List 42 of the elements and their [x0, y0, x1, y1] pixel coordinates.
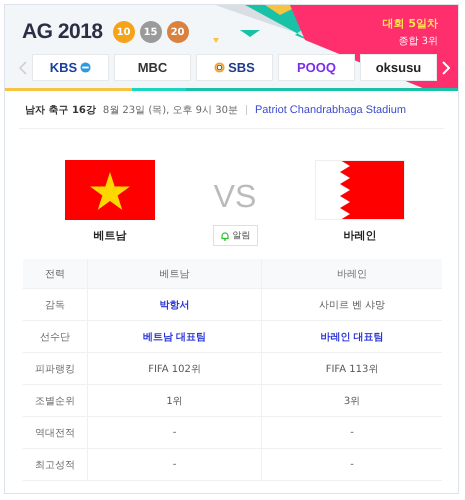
table-cell: FIFA 113위 — [262, 352, 442, 384]
column-header: 베트남 — [88, 259, 262, 288]
row-label: 역대전적 — [23, 416, 88, 448]
stadium-link[interactable]: Patriot Chandrabhaga Stadium — [254, 104, 406, 116]
ag-logo: AG 2018 — [22, 20, 103, 44]
medal-count-badge: 10 — [112, 21, 135, 43]
row-label: 최고성적 — [23, 448, 88, 480]
table-cell: 사미르 벤 샤망 — [262, 288, 442, 320]
rank-label: 종합 3위 — [397, 35, 438, 48]
cell-link[interactable]: 박항서 — [88, 288, 262, 320]
cell-link[interactable]: 베트남 대표팀 — [88, 320, 262, 352]
table-cell: 1위 — [88, 384, 262, 416]
row-label: 조별순위 — [23, 384, 88, 416]
channel-button[interactable]: MBC — [114, 54, 191, 81]
row-label: 감독 — [23, 288, 88, 320]
match-datetime: 8월 23일 (목), 오후 9시 30분 — [102, 104, 238, 117]
versus-label: VS — [214, 180, 256, 212]
team-name: 베트남 — [94, 228, 126, 243]
team-name: 바레인 — [344, 228, 376, 243]
channel-button[interactable]: KBS — [32, 54, 109, 81]
day-label: 대회 5일차 — [382, 16, 438, 31]
channel-button[interactable]: POOQ — [278, 54, 355, 81]
bell-icon — [220, 230, 230, 240]
medal-count-badge: 20 — [166, 21, 189, 43]
row-label: 선수단 — [23, 320, 88, 352]
medal-count-badge: 15 — [140, 21, 162, 43]
table-cell: - — [88, 416, 262, 448]
cell-link[interactable]: 바레인 대표팀 — [262, 320, 442, 352]
channel-button[interactable]: oksusu — [360, 54, 437, 81]
event-title: 남자 축구 16강 — [25, 104, 96, 117]
row-label: 피파랭킹 — [23, 352, 88, 384]
table-cell: FIFA 102위 — [88, 352, 262, 384]
alarm-button[interactable]: 알림 — [212, 225, 258, 246]
table-cell: 3위 — [262, 384, 442, 416]
table-cell: - — [262, 416, 442, 448]
column-header: 바레인 — [262, 259, 442, 288]
table-cell: - — [88, 448, 262, 480]
column-header: 전력 — [23, 259, 88, 288]
table-cell: - — [262, 448, 442, 480]
channel-button[interactable]: SBS — [196, 54, 273, 81]
sbs-ring-icon — [214, 62, 226, 73]
kbs-circle-icon — [80, 62, 92, 73]
